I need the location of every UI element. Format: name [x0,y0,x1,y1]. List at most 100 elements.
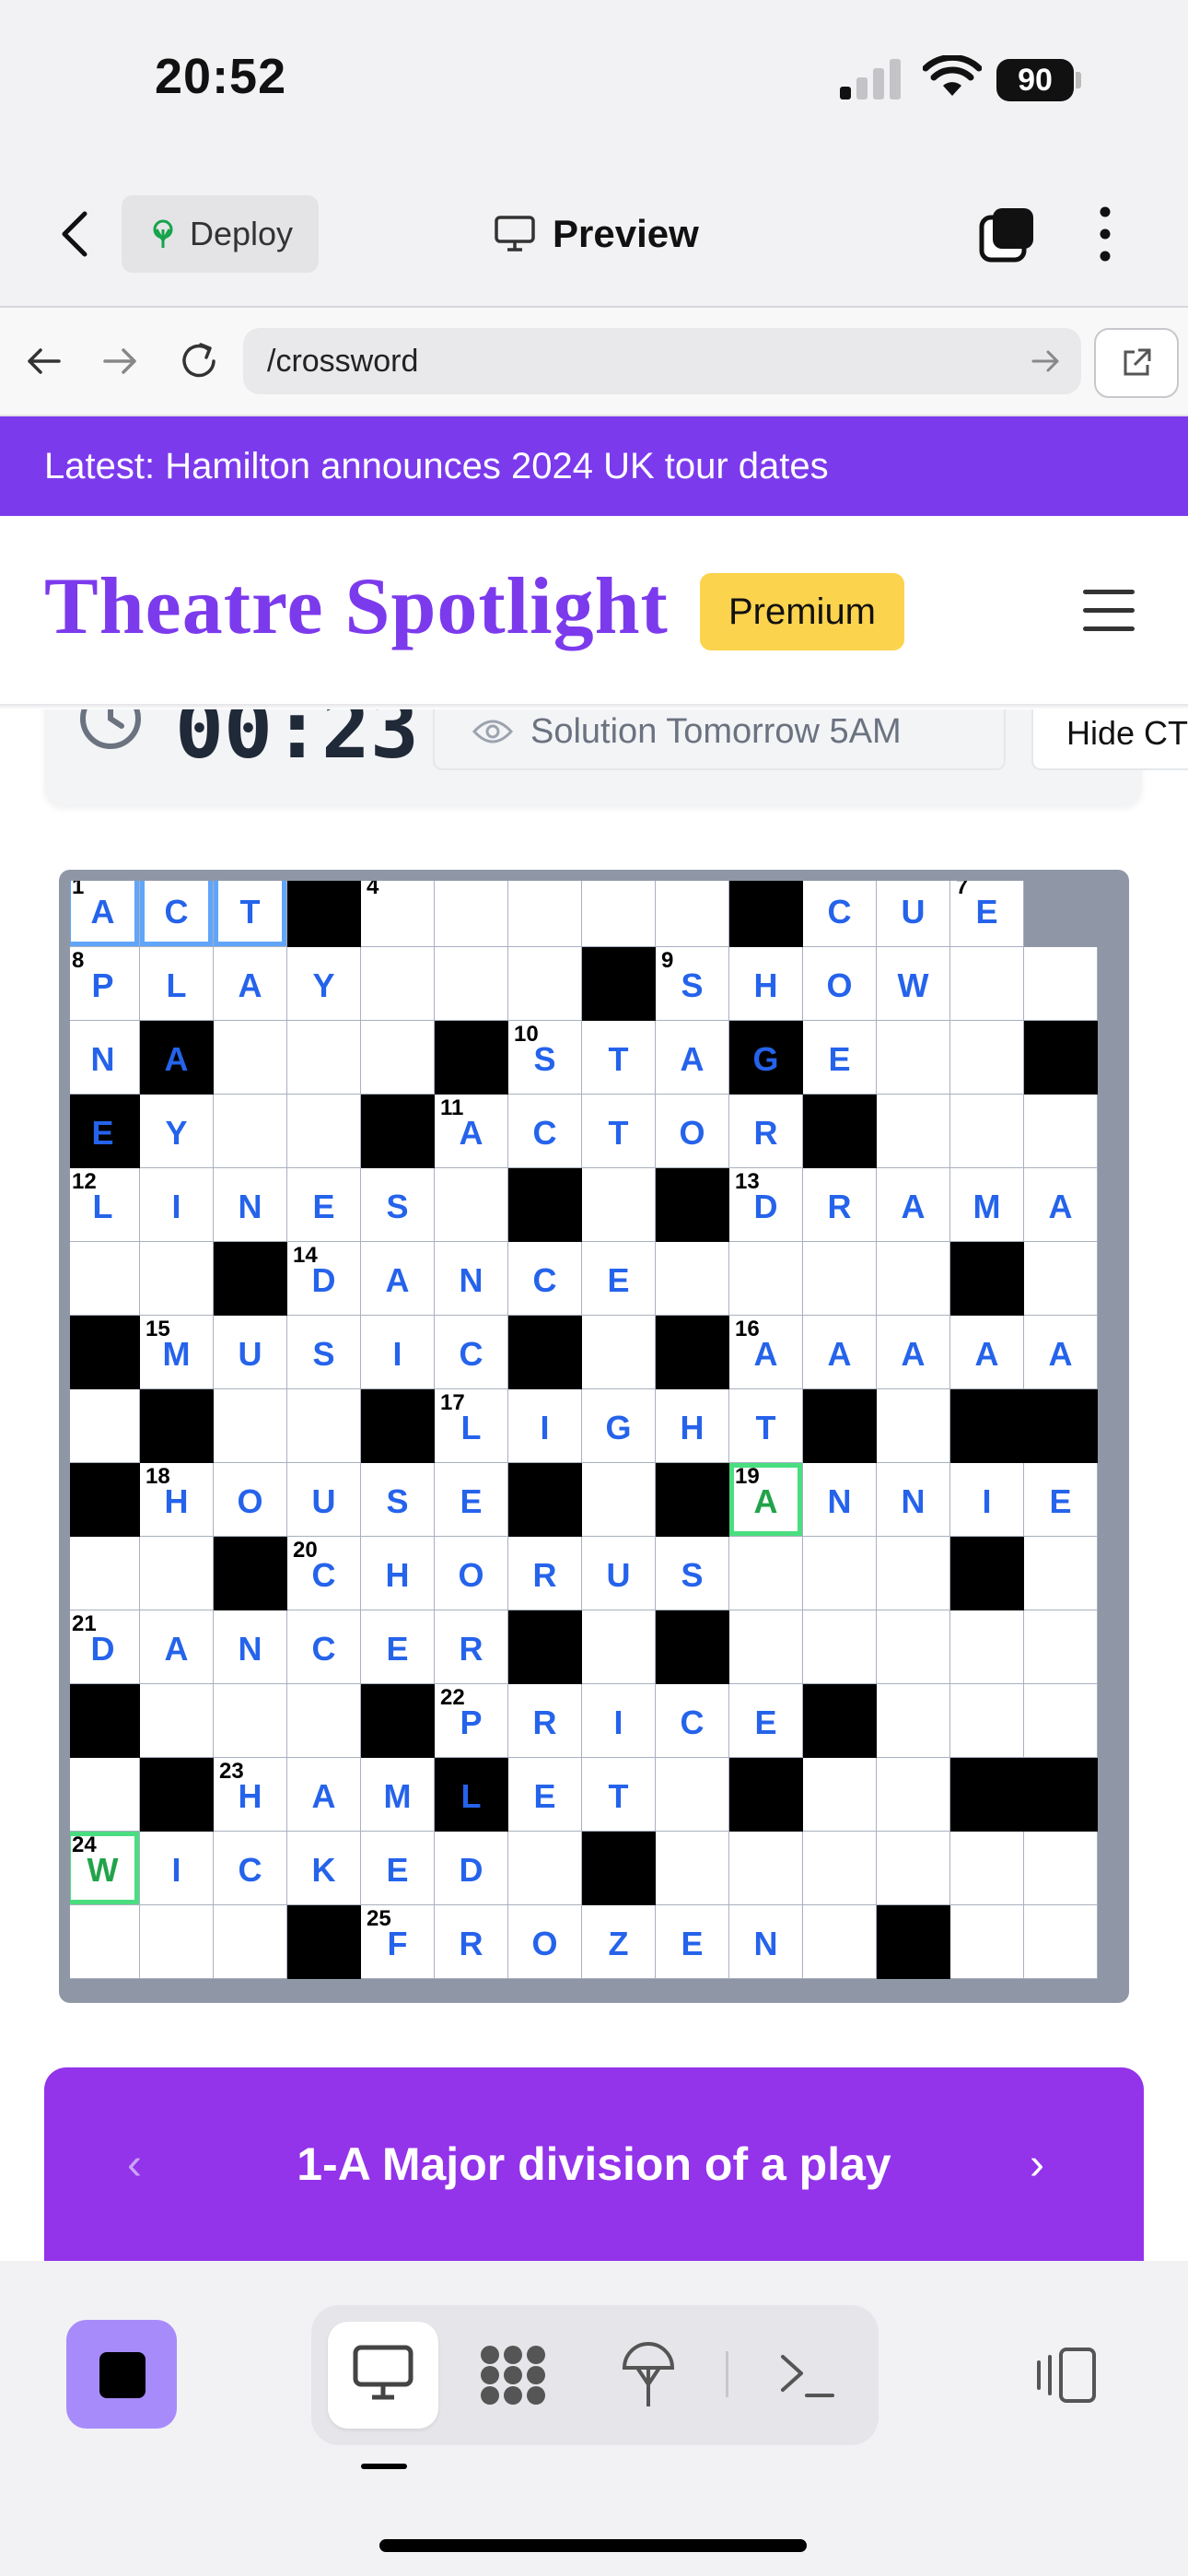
crossword-cell[interactable]: C [508,1242,582,1316]
crossword-cell[interactable]: C [656,1684,729,1758]
crossword-cell[interactable]: C [140,881,214,947]
crossword-cell[interactable] [877,1684,950,1758]
crossword-cell[interactable]: H 18 [140,1463,214,1537]
crossword-cell[interactable] [361,1021,435,1095]
crossword-cell[interactable] [70,1905,140,1979]
crossword-cell[interactable]: D 21 [70,1610,140,1684]
crossword-cell[interactable]: R [508,1537,582,1610]
crossword-cell[interactable]: I [140,1168,214,1242]
crossword-cell[interactable] [1024,1684,1098,1758]
crossword-cell[interactable]: A [214,947,287,1021]
more-vertical-icon[interactable] [1094,205,1116,263]
crossword-cell[interactable] [508,947,582,1021]
crossword-cell[interactable]: U [287,1463,361,1537]
deploy-button[interactable]: Deploy [122,195,319,273]
prev-clue-button[interactable]: ‹ [127,2139,142,2190]
crossword-cell[interactable]: N [70,1021,140,1095]
crossword-cell[interactable]: D 13 [729,1168,803,1242]
crossword-cell[interactable]: N [435,1242,508,1316]
crossword-cell[interactable]: E7 [950,881,1024,947]
crossword-cell[interactable] [950,1905,1024,1979]
crossword-cell[interactable]: A [877,1316,950,1389]
crossword-cell[interactable]: H [361,1537,435,1610]
crossword-cell[interactable]: H [656,1389,729,1463]
deploy-tree-icon[interactable] [619,2340,678,2408]
crossword-cell[interactable]: 4 [361,881,435,947]
premium-badge[interactable]: Premium [700,573,904,650]
crossword-cell[interactable]: I [508,1389,582,1463]
crossword-cell[interactable] [287,1389,361,1463]
crossword-cell[interactable] [70,1389,140,1463]
crossword-cell[interactable]: A [140,1021,214,1095]
crossword-cell[interactable] [877,1095,950,1168]
crossword-cell[interactable]: M 15 [140,1316,214,1389]
crossword-grid[interactable]: A 1 C T 4 C U E 7 P 8 L A Y S 9 H O W N A S 10 T A G E E Y A 11 C T O R L 12… [70,881,1129,1986]
crossword-cell[interactable]: A 19 [729,1463,803,1537]
crossword-cell[interactable] [140,1684,214,1758]
crossword-cell[interactable]: Z [582,1905,656,1979]
crossword-cell[interactable] [729,1610,803,1684]
crossword-cell[interactable] [729,1832,803,1905]
crossword-cell[interactable]: N [729,1905,803,1979]
crossword-cell[interactable]: R [729,1095,803,1168]
crossword-cell[interactable] [950,1832,1024,1905]
crossword-cell[interactable]: C 20 [287,1537,361,1610]
crossword-cell[interactable]: T [582,1758,656,1832]
crossword-cell[interactable]: C [287,1610,361,1684]
crossword-cell[interactable]: M [361,1758,435,1832]
crossword-cell[interactable]: A1 [70,881,140,947]
crossword-cell[interactable]: A [656,1021,729,1095]
crossword-cell[interactable] [508,881,582,947]
crossword-cell[interactable]: S [287,1316,361,1389]
crossword-cell[interactable] [435,947,508,1021]
crossword-cell[interactable] [950,1095,1024,1168]
crossword-cell[interactable] [1024,947,1098,1021]
crossword-cell[interactable] [1024,1905,1098,1979]
crossword-cell[interactable] [582,1610,656,1684]
browser-back-icon[interactable] [24,341,64,381]
crossword-cell[interactable]: F 25 [361,1905,435,1979]
crossword-cell[interactable]: E [1024,1463,1098,1537]
apps-grid-icon[interactable] [477,2342,549,2408]
crossword-cell[interactable] [287,1095,361,1168]
next-clue-button[interactable]: › [1030,2139,1044,2190]
crossword-cell[interactable] [435,881,508,947]
crossword-cell[interactable]: W [877,947,950,1021]
news-banner[interactable]: Latest: Hamilton announces 2024 UK tour … [0,416,1188,516]
crossword-cell[interactable]: E [582,1242,656,1316]
crossword-cell[interactable]: A [1024,1168,1098,1242]
crossword-cell[interactable]: A [877,1168,950,1242]
crossword-cell[interactable]: N [877,1463,950,1537]
crossword-cell[interactable]: I [140,1832,214,1905]
crossword-cell[interactable]: Y [140,1095,214,1168]
crossword-cell[interactable]: E [361,1610,435,1684]
crossword-cell[interactable] [287,1021,361,1095]
crossword-cell[interactable]: L 12 [70,1168,140,1242]
crossword-cell[interactable]: O [803,947,877,1021]
crossword-cell[interactable]: I [361,1316,435,1389]
crossword-cell[interactable]: U [877,881,950,947]
crossword-cell[interactable] [214,1905,287,1979]
crossword-cell[interactable] [803,1610,877,1684]
crossword-cell[interactable]: T [582,1095,656,1168]
crossword-cell[interactable] [656,1832,729,1905]
crossword-cell[interactable] [214,1095,287,1168]
crossword-cell[interactable] [1024,1537,1098,1610]
crossword-cell[interactable]: R [435,1905,508,1979]
crossword-cell[interactable]: S 10 [508,1021,582,1095]
preview-tab[interactable]: Preview [494,208,699,260]
crossword-cell[interactable]: R [803,1168,877,1242]
terminal-icon[interactable] [779,2349,836,2401]
crossword-cell[interactable] [582,1463,656,1537]
crossword-cell[interactable] [70,1758,140,1832]
crossword-cell[interactable]: S9 [656,947,729,1021]
crossword-cell[interactable] [950,1021,1024,1095]
crossword-cell[interactable]: G [582,1389,656,1463]
crossword-cell[interactable]: E [287,1168,361,1242]
crossword-cell[interactable] [70,1537,140,1610]
split-view-icon[interactable] [1033,2346,1100,2405]
crossword-cell[interactable] [656,1242,729,1316]
reload-icon[interactable] [177,339,221,383]
crossword-cell[interactable] [140,1537,214,1610]
crossword-cell[interactable]: P8 [70,947,140,1021]
